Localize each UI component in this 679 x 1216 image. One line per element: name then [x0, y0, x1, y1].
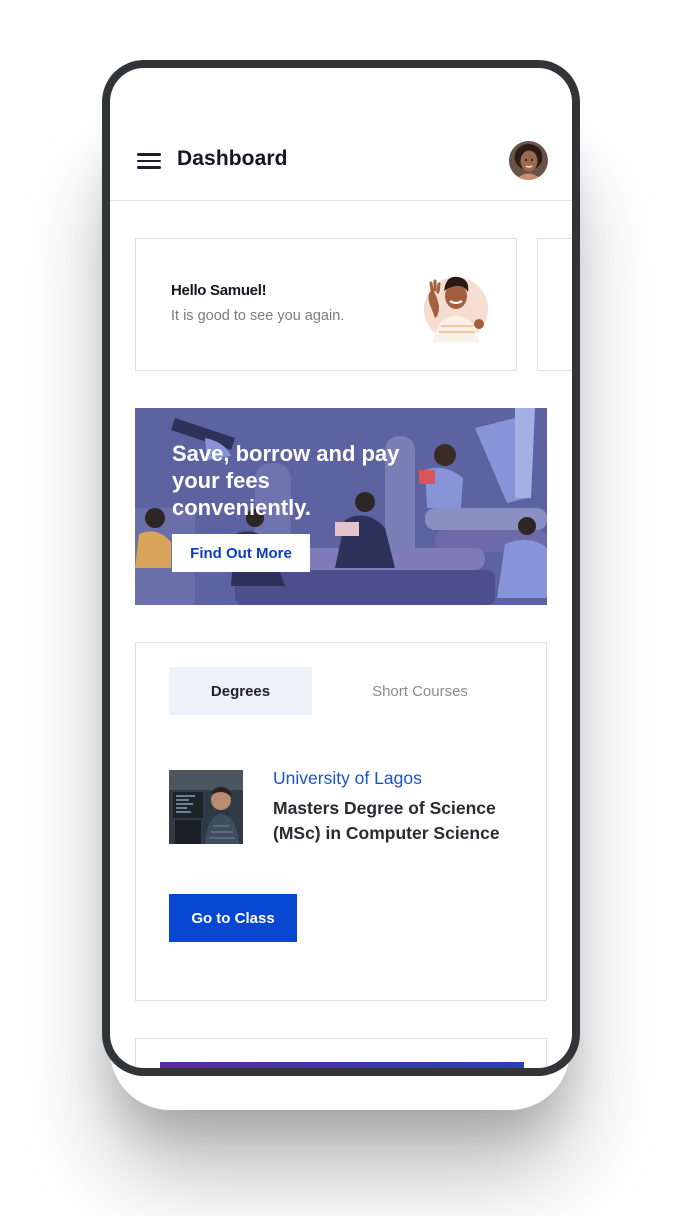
tab-degrees[interactable]: Degrees	[169, 667, 312, 715]
app-screen: Dashboard Hello Samuel! It is good to se…	[110, 68, 572, 1068]
hamburger-menu-icon[interactable]	[137, 153, 161, 169]
app-header: Dashboard	[110, 68, 572, 201]
banner-title: Save, borrow and pay your fees convenien…	[172, 441, 400, 520]
tab-short-courses[interactable]: Short Courses	[344, 667, 496, 715]
greeting-title: Hello Samuel!	[171, 282, 267, 299]
go-to-class-button[interactable]: Go to Class	[169, 894, 297, 942]
greeting-card: Hello Samuel! It is good to see you agai…	[135, 238, 517, 371]
promo-banner: Save, borrow and pay your fees convenien…	[135, 408, 547, 605]
courses-card: Degrees Short Courses University of Lago…	[135, 642, 547, 1001]
waving-person-icon	[424, 276, 488, 342]
next-greeting-card[interactable]	[537, 238, 572, 371]
course-title: Masters Degree of Science (MSc) in Compu…	[273, 798, 500, 843]
user-avatar[interactable]	[509, 141, 548, 180]
student-at-computer-photo	[169, 770, 243, 844]
next-card	[135, 1038, 547, 1068]
page-title: Dashboard	[177, 147, 288, 170]
next-card-banner	[160, 1062, 524, 1068]
find-out-more-button[interactable]: Find Out More	[172, 534, 310, 572]
university-name[interactable]: University of Lagos	[273, 768, 422, 789]
greeting-subtitle: It is good to see you again.	[171, 308, 345, 324]
